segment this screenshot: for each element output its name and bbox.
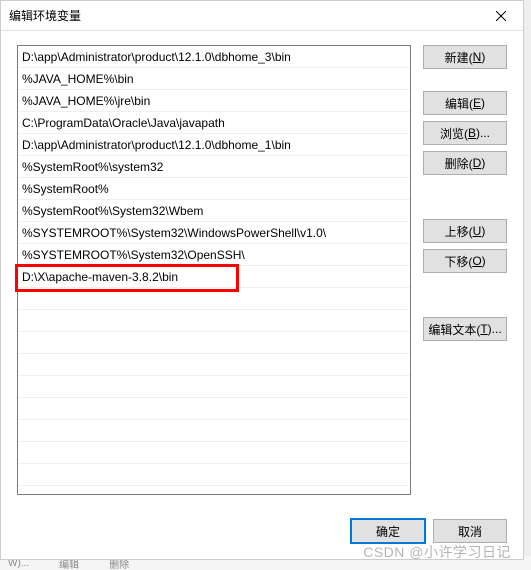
edit-env-var-dialog: 编辑环境变量 D:\app\Administrator\product\12.1… [0,0,524,560]
delete-button[interactable]: 删除(D) [423,151,507,175]
list-item[interactable] [18,332,410,354]
list-item[interactable] [18,442,410,464]
move-down-button[interactable]: 下移(O) [423,249,507,273]
close-icon [496,11,506,21]
list-item[interactable]: D:\app\Administrator\product\12.1.0\dbho… [18,134,410,156]
list-item[interactable] [18,464,410,486]
list-item[interactable] [18,288,410,310]
edit-text-button[interactable]: 编辑文本(T)... [423,317,507,341]
ok-button[interactable]: 确定 [351,519,425,543]
cancel-button[interactable]: 取消 [433,519,507,543]
list-item[interactable]: %SystemRoot% [18,178,410,200]
close-button[interactable] [479,1,523,31]
list-item[interactable] [18,376,410,398]
list-item[interactable] [18,398,410,420]
list-item[interactable] [18,354,410,376]
list-item[interactable]: %SYSTEMROOT%\System32\OpenSSH\ [18,244,410,266]
list-item[interactable]: D:\X\apache-maven-3.8.2\bin [18,266,410,288]
list-item[interactable]: %SystemRoot%\System32\Wbem [18,200,410,222]
edit-button[interactable]: 编辑(E) [423,91,507,115]
list-item[interactable]: %SYSTEMROOT%\System32\WindowsPowerShell\… [18,222,410,244]
list-item[interactable]: %SystemRoot%\system32 [18,156,410,178]
list-item[interactable]: %JAVA_HOME%\bin [18,68,410,90]
list-item[interactable] [18,420,410,442]
new-button[interactable]: 新建(N) [423,45,507,69]
list-item[interactable] [18,310,410,332]
browse-button[interactable]: 浏览(B)... [423,121,507,145]
list-item[interactable]: C:\ProgramData\Oracle\Java\javapath [18,112,410,134]
titlebar: 编辑环境变量 [1,1,523,31]
list-item[interactable]: %JAVA_HOME%\jre\bin [18,90,410,112]
path-listbox[interactable]: D:\app\Administrator\product\12.1.0\dbho… [17,45,411,495]
list-item[interactable]: D:\app\Administrator\product\12.1.0\dbho… [18,46,410,68]
dialog-title: 编辑环境变量 [9,7,479,24]
move-up-button[interactable]: 上移(U) [423,219,507,243]
